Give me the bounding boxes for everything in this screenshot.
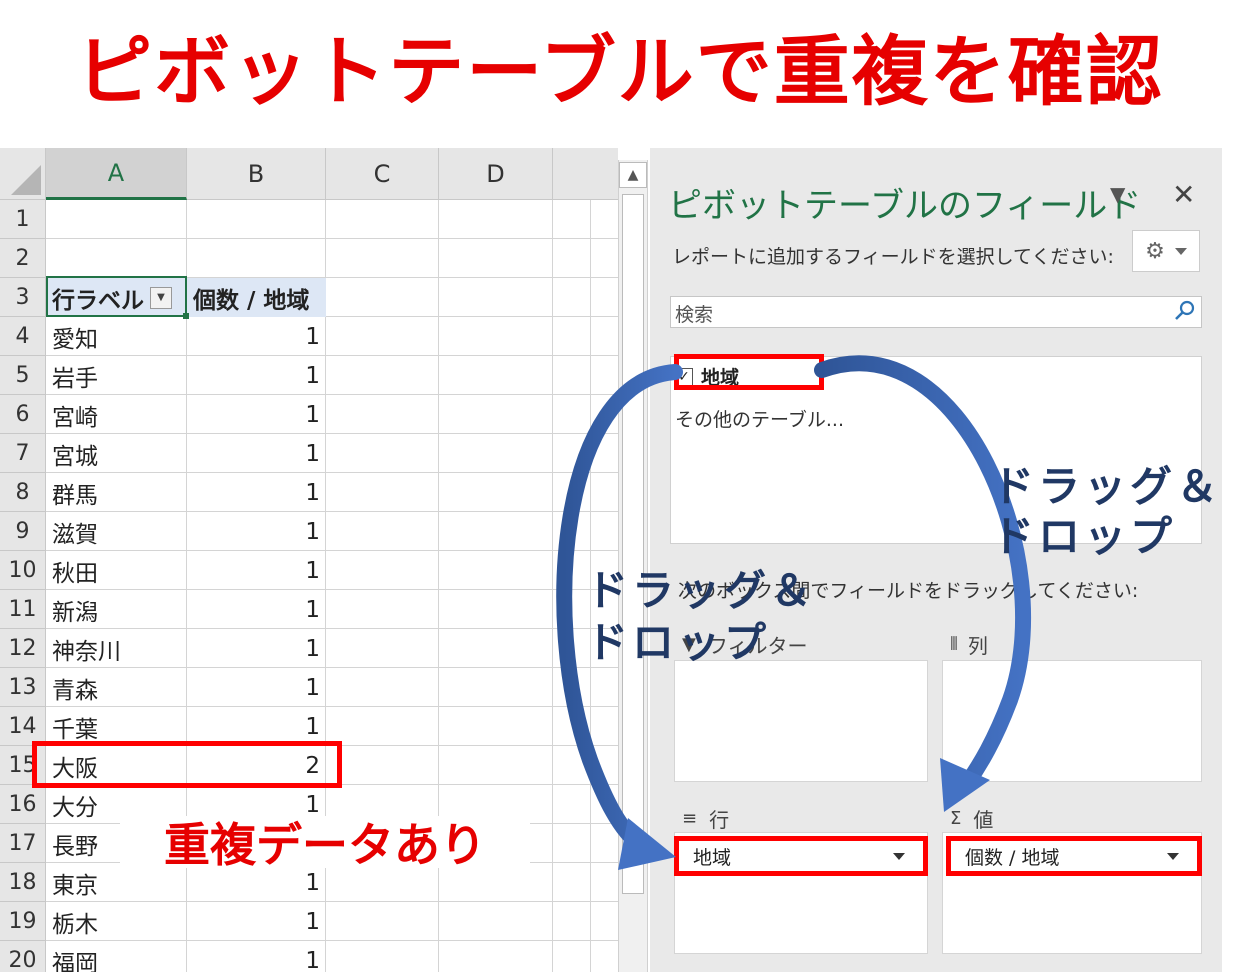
pane-options-icon[interactable]: ▼ <box>1110 182 1125 206</box>
row-header[interactable]: 16 <box>0 785 46 824</box>
pane-subtitle: レポートに追加するフィールドを選択してください: <box>672 246 1114 268</box>
row-header[interactable]: 11 <box>0 590 46 629</box>
row-header[interactable]: 18 <box>0 863 46 902</box>
count-value-cell[interactable]: 1 <box>187 629 326 668</box>
row-header[interactable]: 10 <box>0 551 46 590</box>
row-label-cell[interactable]: 新潟 <box>46 590 187 629</box>
scroll-thumb[interactable] <box>622 194 644 894</box>
column-header-a[interactable]: A <box>46 148 187 200</box>
chevron-down-icon[interactable] <box>1167 852 1179 860</box>
chevron-down-icon <box>1174 247 1187 255</box>
search-icon[interactable] <box>1173 299 1197 327</box>
filter-drop-area[interactable] <box>674 660 928 782</box>
chevron-down-icon[interactable] <box>893 852 905 860</box>
row-label-cell[interactable]: 秋田 <box>46 551 187 590</box>
columns-drop-area[interactable] <box>942 660 1202 782</box>
values-area-header: Σ 値 <box>950 808 994 832</box>
drag-drop-label-right-line2: ドロップ <box>992 512 1177 561</box>
row-header[interactable]: 17 <box>0 824 46 863</box>
count-value-cell[interactable]: 1 <box>187 434 326 473</box>
rows-field-item[interactable]: 地域 <box>674 836 928 876</box>
row-header[interactable]: 2 <box>0 239 46 278</box>
row-header[interactable]: 6 <box>0 395 46 434</box>
active-cell-border <box>46 276 187 317</box>
row-header[interactable]: 7 <box>0 434 46 473</box>
count-value-cell[interactable]: 1 <box>187 551 326 590</box>
count-value-cell[interactable]: 1 <box>187 512 326 551</box>
select-all-corner[interactable] <box>0 148 46 200</box>
row-label-cell[interactable]: 宮城 <box>46 434 187 473</box>
duplicate-data-label: 重複データあり <box>120 816 530 872</box>
row-header[interactable]: 9 <box>0 512 46 551</box>
row-header[interactable]: 19 <box>0 902 46 941</box>
column-header-b[interactable]: B <box>187 148 326 200</box>
row-header[interactable]: 20 <box>0 941 46 972</box>
rows-area-header: ≡ 行 <box>682 808 730 832</box>
row-header[interactable]: 5 <box>0 356 46 395</box>
page-title: ピボットテーブルで重複を確認 <box>76 27 1164 116</box>
row-label-cell[interactable]: 愛知 <box>46 317 187 356</box>
drag-drop-label-left-line1: ドラッグ＆ <box>586 566 817 615</box>
drag-drop-label-right-line1: ドラッグ＆ <box>992 462 1223 511</box>
sum-icon: Σ <box>950 808 962 829</box>
tools-button[interactable]: ⚙ <box>1132 230 1200 272</box>
row-label-cell[interactable]: 栃木 <box>46 902 187 941</box>
values-field-item[interactable]: 個数 / 地域 <box>946 836 1202 876</box>
column-header-e[interactable] <box>553 148 618 200</box>
count-value-cell[interactable]: 1 <box>187 317 326 356</box>
gear-icon: ⚙ <box>1145 238 1165 264</box>
row-label-cell[interactable]: 青森 <box>46 668 187 707</box>
column-header-d[interactable]: D <box>439 148 553 200</box>
pane-title: ピボットテーブルのフィールド <box>668 186 1142 226</box>
columns-icon: ⦀ <box>950 634 958 655</box>
count-value-cell[interactable]: 1 <box>187 941 326 972</box>
row-header[interactable]: 12 <box>0 629 46 668</box>
row-header[interactable]: 13 <box>0 668 46 707</box>
scroll-up-icon[interactable]: ▲ <box>619 162 647 188</box>
more-tables-link[interactable]: その他のテーブル... <box>675 405 844 432</box>
count-value-cell[interactable]: 1 <box>187 395 326 434</box>
row-header[interactable]: 3 <box>0 278 46 317</box>
rows-icon: ≡ <box>682 808 698 829</box>
row-label-cell[interactable]: 宮崎 <box>46 395 187 434</box>
count-value-cell[interactable]: 1 <box>187 668 326 707</box>
count-value-cell[interactable]: 1 <box>187 590 326 629</box>
count-value-cell[interactable]: 1 <box>187 902 326 941</box>
count-value-cell[interactable]: 1 <box>187 356 326 395</box>
duplicate-highlight-box <box>32 741 342 788</box>
row-label-cell[interactable]: 群馬 <box>46 473 187 512</box>
column-header-c[interactable]: C <box>326 148 439 200</box>
row-label-cell[interactable]: 岩手 <box>46 356 187 395</box>
row-label-cell[interactable]: 神奈川 <box>46 629 187 668</box>
close-icon[interactable]: ✕ <box>1172 178 1195 211</box>
row-label-cell[interactable]: 福岡 <box>46 941 187 972</box>
field-search-input[interactable]: 検索 <box>670 296 1202 328</box>
columns-area-header: ⦀ 列 <box>950 634 988 658</box>
drag-drop-label-left-line2: ドロップ <box>586 618 771 667</box>
row-header[interactable]: 8 <box>0 473 46 512</box>
count-value-cell[interactable]: 1 <box>187 473 326 512</box>
field-highlight-box <box>674 354 824 390</box>
pivot-value-header[interactable]: 個数 / 地域 <box>187 278 326 317</box>
row-header[interactable]: 4 <box>0 317 46 356</box>
row-label-cell[interactable]: 滋賀 <box>46 512 187 551</box>
search-placeholder: 検索 <box>675 304 714 326</box>
row-header[interactable]: 1 <box>0 200 46 239</box>
